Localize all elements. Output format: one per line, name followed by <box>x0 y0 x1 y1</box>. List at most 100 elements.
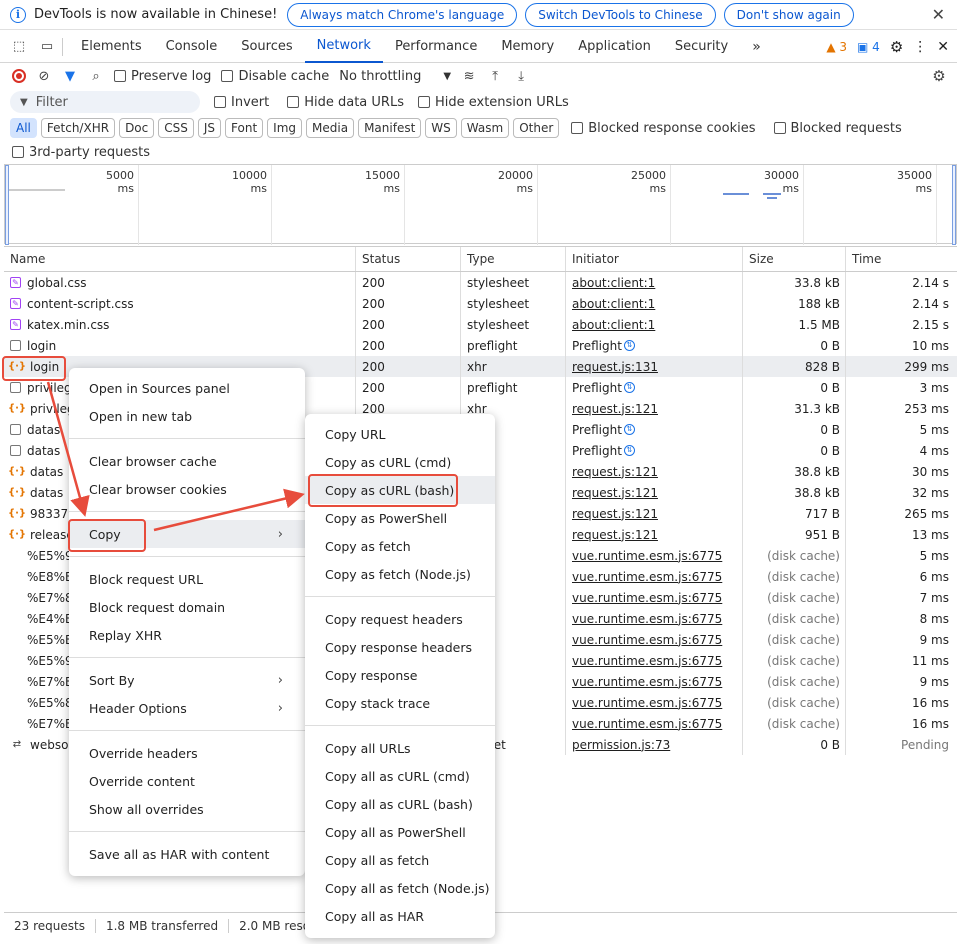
chip-manifest[interactable]: Manifest <box>358 118 422 138</box>
block-request-url-item[interactable]: Block request URL <box>69 565 305 593</box>
filter-input[interactable]: ▼ Filter <box>10 91 200 113</box>
chip-media[interactable]: Media <box>306 118 355 138</box>
filter-funnel-icon[interactable]: ▼ <box>62 69 78 84</box>
tab-memory[interactable]: Memory <box>489 31 566 63</box>
save-all-har-item[interactable]: Save all as HAR with content <box>69 840 305 868</box>
copy-as-fetch-item[interactable]: Copy as fetch <box>305 532 495 560</box>
invert-checkbox[interactable]: Invert <box>214 95 269 110</box>
open-in-new-tab-item[interactable]: Open in new tab <box>69 402 305 430</box>
preflight-link-icon[interactable]: ⇅ <box>623 424 635 435</box>
import-har-icon[interactable]: ⤒ <box>487 69 503 84</box>
tab-sources[interactable]: Sources <box>229 31 304 63</box>
column-size[interactable]: Size <box>743 247 846 271</box>
override-headers-item[interactable]: Override headers <box>69 739 305 767</box>
preserve-log-checkbox[interactable]: Preserve log <box>114 69 211 84</box>
column-initiator[interactable]: Initiator <box>566 247 743 271</box>
chip-font[interactable]: Font <box>225 118 264 138</box>
copy-all-fetch-item[interactable]: Copy all as fetch <box>305 846 495 874</box>
network-settings-icon[interactable]: ⚙ <box>931 67 947 85</box>
chip-fetch-xhr[interactable]: Fetch/XHR <box>40 118 116 138</box>
chip-ws[interactable]: WS <box>425 118 457 138</box>
initiator-link[interactable]: vue.runtime.esm.js:6775 <box>572 591 722 605</box>
initiator-link[interactable]: vue.runtime.esm.js:6775 <box>572 696 722 710</box>
open-in-sources-item[interactable]: Open in Sources panel <box>69 374 305 402</box>
copy-all-fetch-node-item[interactable]: Copy all as fetch (Node.js) <box>305 874 495 902</box>
initiator-link[interactable]: vue.runtime.esm.js:6775 <box>572 612 722 626</box>
network-conditions-icon[interactable]: ≋ <box>461 69 477 84</box>
copy-request-headers-item[interactable]: Copy request headers <box>305 605 495 633</box>
copy-response-item[interactable]: Copy response <box>305 661 495 689</box>
settings-gear-icon[interactable]: ⚙ <box>890 38 903 56</box>
copy-as-fetch-node-item[interactable]: Copy as fetch (Node.js) <box>305 560 495 588</box>
tab-network[interactable]: Network <box>304 31 383 63</box>
blocked-requests-checkbox[interactable]: Blocked requests <box>773 121 902 136</box>
copy-all-har-item[interactable]: Copy all as HAR <box>305 902 495 930</box>
initiator-link[interactable]: request.js:121 <box>572 465 658 479</box>
tab-console[interactable]: Console <box>154 31 230 63</box>
table-row[interactable]: login 200 preflight Preflight ⇅ 0 B 10 ms <box>4 335 957 356</box>
initiator-link[interactable]: vue.runtime.esm.js:6775 <box>572 549 722 563</box>
initiator-link[interactable]: request.js:121 <box>572 402 658 416</box>
preflight-link-icon[interactable]: ⇅ <box>623 445 635 456</box>
tab-elements[interactable]: Elements <box>69 31 154 63</box>
column-status[interactable]: Status <box>356 247 461 271</box>
show-all-overrides-item[interactable]: Show all overrides <box>69 795 305 823</box>
switch-chinese-button[interactable]: Switch DevTools to Chinese <box>525 2 716 27</box>
table-row[interactable]: ✎ global.css 200 stylesheet about:client:1 33… <box>4 272 957 293</box>
clear-browser-cookies-item[interactable]: Clear browser cookies <box>69 475 305 503</box>
copy-as-curl-cmd-item[interactable]: Copy as cURL (cmd) <box>305 448 495 476</box>
chip-wasm[interactable]: Wasm <box>460 118 510 138</box>
initiator-link[interactable]: vue.runtime.esm.js:6775 <box>572 717 722 731</box>
copy-all-curl-cmd-item[interactable]: Copy all as cURL (cmd) <box>305 762 495 790</box>
tab-application[interactable]: Application <box>566 31 663 63</box>
clear-icon[interactable]: ⊘ <box>36 69 52 84</box>
initiator-link[interactable]: about:client:1 <box>572 276 655 290</box>
close-devtools-icon[interactable]: ✕ <box>937 39 949 55</box>
chip-all[interactable]: All <box>10 118 37 138</box>
overview-left-handle[interactable] <box>5 165 9 245</box>
replay-xhr-item[interactable]: Replay XHR <box>69 621 305 649</box>
initiator-link[interactable]: about:client:1 <box>572 318 655 332</box>
close-icon[interactable]: ✕ <box>932 5 945 24</box>
chip-js[interactable]: JS <box>197 118 222 138</box>
chip-other[interactable]: Other <box>513 118 560 138</box>
more-options-icon[interactable]: ⋮ <box>913 39 927 55</box>
inspect-element-icon[interactable]: ⬚ <box>10 38 28 56</box>
initiator-link[interactable]: vue.runtime.esm.js:6775 <box>572 570 722 584</box>
clear-browser-cache-item[interactable]: Clear browser cache <box>69 447 305 475</box>
column-name[interactable]: Name <box>4 247 356 271</box>
copy-as-powershell-item[interactable]: Copy as PowerShell <box>305 504 495 532</box>
copy-response-headers-item[interactable]: Copy response headers <box>305 633 495 661</box>
tab-performance[interactable]: Performance <box>383 31 489 63</box>
overview-right-handle[interactable] <box>952 165 956 245</box>
preflight-link-icon[interactable]: ⇅ <box>623 340 635 351</box>
device-toolbar-icon[interactable]: ▭ <box>38 38 56 56</box>
sort-by-submenu-item[interactable]: Sort By › <box>69 666 305 694</box>
messages-badge[interactable]: ▣ 4 <box>857 40 880 54</box>
copy-all-powershell-item[interactable]: Copy all as PowerShell <box>305 818 495 846</box>
chip-css[interactable]: CSS <box>158 118 194 138</box>
dont-show-again-button[interactable]: Don't show again <box>723 2 854 27</box>
tab-security[interactable]: Security <box>663 31 740 63</box>
table-row[interactable]: ✎ content-script.css 200 stylesheet about:cl… <box>4 293 957 314</box>
initiator-link[interactable]: request.js:121 <box>572 507 658 521</box>
chip-doc[interactable]: Doc <box>119 118 155 138</box>
copy-url-item[interactable]: Copy URL <box>305 420 495 448</box>
record-stop-icon[interactable] <box>12 69 26 83</box>
more-tabs-icon[interactable]: » <box>740 31 773 63</box>
export-har-icon[interactable]: ⤓ <box>513 69 529 84</box>
hide-data-urls-checkbox[interactable]: Hide data URLs <box>287 95 404 110</box>
initiator-link[interactable]: vue.runtime.esm.js:6775 <box>572 675 722 689</box>
initiator-link[interactable]: request.js:131 <box>572 360 658 374</box>
throttling-select[interactable]: No throttling ▼ <box>339 69 451 84</box>
initiator-link[interactable]: about:client:1 <box>572 297 655 311</box>
column-type[interactable]: Type <box>461 247 566 271</box>
copy-stack-trace-item[interactable]: Copy stack trace <box>305 689 495 717</box>
warnings-badge[interactable]: ▲ 3 <box>826 40 847 54</box>
initiator-link[interactable]: vue.runtime.esm.js:6775 <box>572 633 722 647</box>
block-request-domain-item[interactable]: Block request domain <box>69 593 305 621</box>
initiator-link[interactable]: permission.js:73 <box>572 738 670 752</box>
disable-cache-checkbox[interactable]: Disable cache <box>221 69 329 84</box>
search-icon[interactable]: ⌕ <box>88 69 104 84</box>
timeline-overview[interactable]: 5000 ms 10000 ms 15000 ms 20000 ms 25000 ms 3… <box>4 164 957 245</box>
